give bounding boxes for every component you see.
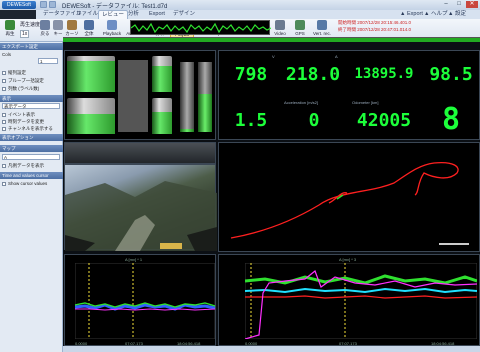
playback-icon xyxy=(107,20,117,30)
app-menu-button[interactable]: DEWESoft xyxy=(2,1,36,9)
checkbox[interactable] xyxy=(2,86,6,91)
close-button[interactable]: ✕ xyxy=(466,1,478,8)
option-time-change[interactable]: 時刻データを変更 xyxy=(2,119,44,125)
tab-review[interactable]: レビュー xyxy=(98,10,129,19)
road-video[interactable] xyxy=(64,164,217,251)
checkbox[interactable] xyxy=(2,119,6,124)
option-legend[interactable]: 凡例データを表示 xyxy=(2,163,44,169)
checkbox[interactable] xyxy=(2,70,6,75)
cylinder-fill xyxy=(67,114,115,134)
scope-left-title: A [mv] * 1 xyxy=(125,257,143,262)
play-button[interactable]: 再生 xyxy=(2,20,18,40)
option-show-channels[interactable]: チャンネルを表示する xyxy=(2,126,53,132)
speed-select[interactable]: 1x xyxy=(20,30,30,38)
checkbox[interactable] xyxy=(2,163,6,168)
separator xyxy=(118,60,148,132)
overview-waveform[interactable] xyxy=(130,20,272,35)
panel-header-display-options: 表示オプション xyxy=(0,134,63,141)
tab-file[interactable]: ファイル xyxy=(73,10,101,19)
scope-right-plot xyxy=(245,263,477,339)
cockpit-video[interactable] xyxy=(64,142,216,164)
cylinder-gauge-2[interactable] xyxy=(67,98,115,134)
cylinder-gauge-4[interactable] xyxy=(152,98,172,134)
vertical-bar-1[interactable] xyxy=(180,62,194,132)
minimize-button[interactable]: – xyxy=(440,1,452,8)
option-show-cursor-values[interactable]: Show cursor values xyxy=(2,181,47,186)
digital-meter-5[interactable]: 1.5 xyxy=(226,110,276,131)
maximize-button[interactable]: □ xyxy=(453,1,465,8)
digital-meter-8[interactable]: 8 xyxy=(426,102,476,137)
start-time: 開始時間 2007/12/28 20:15:46.401.0 xyxy=(338,20,412,25)
bar-fill xyxy=(180,128,194,132)
scope-right-title: A [mv] * 3 xyxy=(339,257,357,262)
meter-7-label: Odometer [km] xyxy=(352,100,379,105)
cylinder-fill xyxy=(152,66,172,92)
gps-track xyxy=(230,161,469,245)
tab-analysis[interactable]: 分析 xyxy=(125,10,142,19)
cylinder-fill xyxy=(67,61,115,92)
zoom-all-icon xyxy=(84,20,94,30)
scope-right[interactable]: A [mv] * 3 0.0000 07:07.173 18:04:56.418 xyxy=(218,254,480,346)
end-time: 終了時間 2007/12/28 20:47:01.014.0 xyxy=(338,27,412,32)
export-menu[interactable]: ▲ Export xyxy=(400,10,423,19)
cols-input[interactable]: 1 xyxy=(38,58,58,64)
option-events[interactable]: イベント表示 xyxy=(2,112,35,118)
save-icon[interactable] xyxy=(40,1,47,8)
digital-meter-1[interactable]: 798 xyxy=(226,64,276,85)
meter-2-unit: A xyxy=(335,54,338,59)
digital-meter-6[interactable]: 0 xyxy=(286,110,342,131)
bar-fill xyxy=(198,93,212,132)
settings-menu[interactable]: ▲ 設定 xyxy=(448,10,466,19)
help-menu[interactable]: ▲ ヘルプ xyxy=(424,10,447,19)
checkbox[interactable] xyxy=(2,181,6,186)
overview-trace xyxy=(130,22,272,34)
panel-header-export: エクスポート設定 xyxy=(0,43,63,50)
play-icon xyxy=(5,20,15,30)
gps-icon xyxy=(295,20,305,30)
panel-header-map: マップ xyxy=(0,145,63,152)
digital-meter-7[interactable]: 42005 xyxy=(352,110,416,131)
undo-icon[interactable] xyxy=(49,1,56,8)
window-title: DEWESoft - データファイル: Test1.d7d xyxy=(62,4,168,10)
scope-left[interactable]: A [mv] * 1 0.0000 07:07.173 18:04:56.418 xyxy=(64,254,216,346)
cylinder-gauge-1[interactable] xyxy=(67,56,115,92)
digital-meter-4[interactable]: 98.5 xyxy=(424,64,478,85)
option-label-count[interactable]: 列数 (ラベル数) xyxy=(2,86,39,92)
cylinder-gauge-3[interactable] xyxy=(152,56,172,92)
key-icon xyxy=(53,20,63,30)
checkbox[interactable] xyxy=(2,126,6,131)
video-icon xyxy=(275,20,285,30)
gps-track-panel[interactable] xyxy=(218,142,480,252)
scope-left-plot xyxy=(75,263,215,339)
map-select[interactable]: A xyxy=(2,154,60,160)
tab-design[interactable]: デザイン xyxy=(170,10,198,19)
cylinder-fill xyxy=(152,112,172,134)
display-data-select[interactable]: 表示データ xyxy=(2,103,60,109)
play-speed-label: 再生速度 xyxy=(20,22,41,28)
checkbox[interactable] xyxy=(2,112,6,117)
vertical-bar-2[interactable] xyxy=(198,62,212,132)
back-button[interactable]: 戻る xyxy=(38,20,52,40)
panel-header-display: 表示 xyxy=(0,95,63,102)
digital-meter-2[interactable]: 218.0 xyxy=(282,64,344,85)
rewind-icon xyxy=(40,20,50,30)
meter-1-unit: V xyxy=(272,54,275,59)
cursor-icon xyxy=(67,20,77,30)
option-columns[interactable]: 縦列設定 xyxy=(2,70,26,76)
vertical-recorder-icon xyxy=(317,20,327,30)
video-frame xyxy=(65,181,217,251)
digital-meter-3[interactable]: 13895.9 xyxy=(352,66,416,82)
status-bar xyxy=(63,346,480,352)
tab-export[interactable]: Export xyxy=(146,10,168,19)
option-group[interactable]: ブループ一括設定 xyxy=(2,78,44,84)
checkbox[interactable] xyxy=(2,78,6,83)
panel-header-cursor: Time and values cursor xyxy=(0,172,63,179)
cols-label: Cols xyxy=(2,52,12,57)
meter-6-label: Acceleration [m/s2] xyxy=(284,100,319,105)
